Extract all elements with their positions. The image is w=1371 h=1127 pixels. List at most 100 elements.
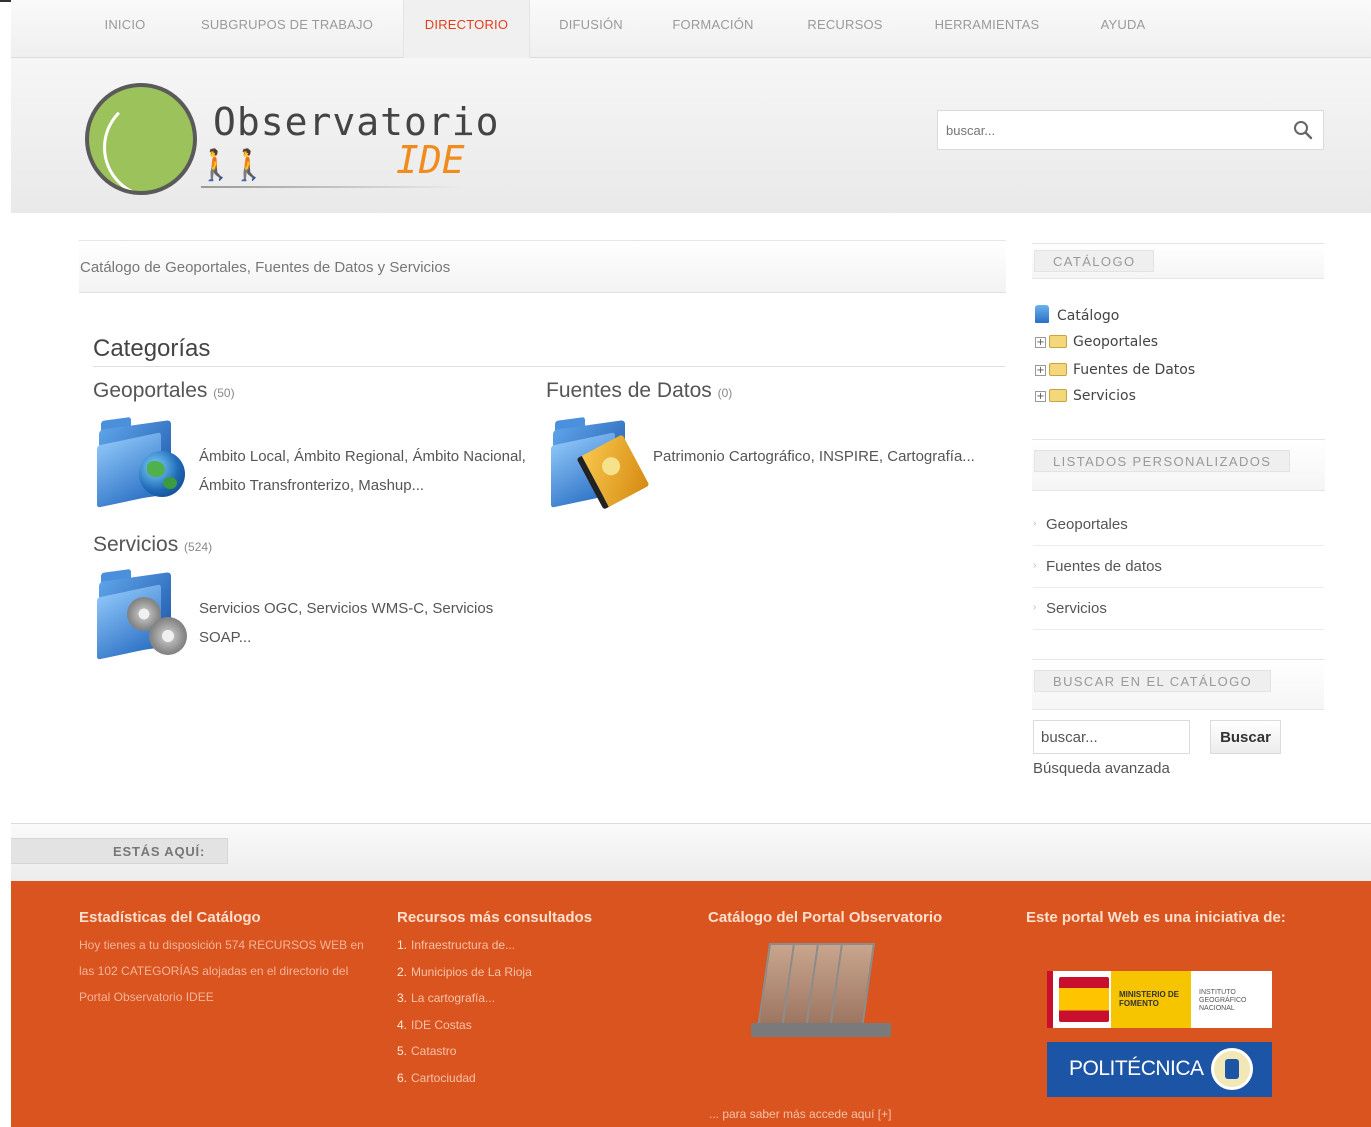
bullet-icon: ›	[1033, 560, 1037, 571]
catalog-search-button[interactable]: Buscar	[1210, 720, 1281, 754]
tree-item-servicios[interactable]: + Servicios	[1035, 386, 1136, 406]
top-resource-item[interactable]: 6. Cartociudad	[397, 1065, 657, 1092]
top-resource-item[interactable]: 2. Municipios de La Rioja	[397, 959, 657, 986]
item-number: 5.	[397, 1044, 408, 1058]
sidebar-search-header: BUSCAR EN EL CATÁLOGO	[1032, 659, 1324, 710]
nav-item-inicio[interactable]: INICIO	[93, 0, 157, 58]
folder-icon	[1049, 363, 1067, 376]
you-are-here-label: ESTÁS AQUÍ:	[11, 838, 228, 864]
expand-icon[interactable]: +	[1035, 337, 1046, 348]
sidebar-catalog-header: CATÁLOGO	[1032, 243, 1324, 279]
tree-root[interactable]: Catálogo	[1035, 305, 1119, 324]
tree-item-geoportales[interactable]: + Geoportales	[1035, 332, 1158, 352]
footer-stats: Estadísticas del Catálogo Hoy tienes a t…	[79, 909, 379, 1010]
item-text: Municipios de La Rioja	[411, 964, 532, 979]
top-resource-item[interactable]: 1. Infraestructura de...	[397, 932, 657, 959]
footer-stats-text: Hoy tienes a tu disposición 574 RECURSOS…	[79, 938, 364, 1004]
politecnica-logo[interactable]: POLITÉCNICA	[1047, 1042, 1272, 1097]
breadcrumb: Catálogo de Geoportales, Fuentes de Dato…	[79, 240, 1006, 293]
list-link-label: Fuentes de datos	[1046, 558, 1162, 575]
category-title-geoportales[interactable]: Geoportales (50)	[93, 379, 235, 403]
top-resources-list: 1. Infraestructura de... 2. Municipios de …	[397, 932, 657, 1091]
category-count: (524)	[184, 540, 213, 554]
logo-circle-icon	[85, 83, 197, 195]
list-link-geoportales[interactable]: › Geoportales	[1033, 504, 1324, 546]
list-link-servicios[interactable]: › Servicios	[1033, 588, 1324, 630]
category-title-fuentes[interactable]: Fuentes de Datos (0)	[546, 379, 732, 403]
catalog-search-input[interactable]	[1034, 721, 1189, 753]
folder-book-icon[interactable]	[551, 415, 650, 510]
category-count: (50)	[213, 386, 235, 400]
item-number: 1.	[397, 938, 408, 952]
item-text: Cartociudad	[411, 1070, 476, 1085]
nav-item-formacion[interactable]: FORMACIÓN	[663, 0, 763, 58]
footer-stats-title: Estadísticas del Catálogo	[79, 909, 261, 926]
tree-item-fuentes[interactable]: + Fuentes de Datos	[1035, 360, 1195, 380]
footer-catalog: Catálogo del Portal Observatorio	[708, 909, 988, 926]
item-text: IDE Costas	[411, 1017, 472, 1032]
categories-heading: Categorías	[93, 335, 1005, 367]
footer-top-resources: Recursos más consultados 1. Infraestructu…	[397, 909, 657, 1091]
list-link-label: Geoportales	[1046, 516, 1128, 533]
item-number: 3.	[397, 991, 408, 1005]
catalog-search-field	[1033, 720, 1190, 754]
nav-item-herramientas[interactable]: HERRAMIENTAS	[927, 0, 1047, 58]
search-icon[interactable]	[1293, 120, 1313, 140]
item-text: La cartografía...	[411, 991, 496, 1005]
page-frame: INICIO SUBGRUPOS DE TRABAJO DIRECTORIO D…	[11, 0, 1371, 1127]
expand-icon[interactable]: +	[1035, 391, 1046, 402]
top-resource-item[interactable]: 5. Catastro	[397, 1038, 657, 1065]
top-resource-item[interactable]: 4. IDE Costas	[397, 1012, 657, 1039]
footer-initiative: Este portal Web es una iniciativa de:	[1026, 909, 1356, 926]
folder-icon	[1049, 335, 1067, 348]
category-title-servicios[interactable]: Servicios (524)	[93, 533, 212, 557]
folder-globe-icon[interactable]	[97, 415, 187, 508]
footer-top-resources-title: Recursos más consultados	[397, 909, 593, 926]
bullet-icon: ›	[1033, 602, 1037, 613]
bullet-icon: ›	[1033, 518, 1037, 529]
nav-item-difusion[interactable]: DIFUSIÓN	[551, 0, 631, 58]
logo-upm-text: POLITÉCNICA	[1069, 1057, 1204, 1080]
list-link-fuentes[interactable]: › Fuentes de datos	[1033, 546, 1324, 588]
footer-more-link[interactable]: ... para saber más accede aquí [+]	[709, 1107, 891, 1121]
category-name: Geoportales	[93, 379, 208, 402]
coat-of-arms-icon	[1059, 977, 1109, 1022]
footer-initiative-title: Este portal Web es una iniciativa de:	[1026, 909, 1286, 926]
location-bar: ESTÁS AQUÍ:	[11, 823, 1371, 881]
sidebar-catalog-title: CATÁLOGO	[1034, 250, 1155, 272]
category-description-servicios: Servicios OGC, Servicios WMS-C, Servicio…	[199, 600, 494, 646]
expand-icon[interactable]: +	[1035, 365, 1046, 376]
item-text: Catastro	[411, 1044, 457, 1058]
observatorio-logo[interactable]: 🚶🚶 Observatorio IDE	[81, 78, 499, 203]
item-number: 6.	[397, 1070, 408, 1085]
nav-item-directorio[interactable]: DIRECTORIO	[403, 0, 530, 58]
site-header: 🚶🚶 Observatorio IDE	[11, 58, 1371, 213]
site-footer: Estadísticas del Catálogo Hoy tienes a t…	[11, 881, 1371, 1127]
item-text: Infraestructura de...	[411, 938, 516, 952]
breadcrumb-text: Catálogo de Geoportales, Fuentes de Dato…	[80, 259, 451, 276]
item-number: 4.	[397, 1017, 408, 1032]
category-description-fuentes: Patrimonio Cartográfico, INSPIRE, Cartog…	[653, 448, 975, 465]
main-content: Catálogo de Geoportales, Fuentes de Dato…	[11, 213, 1371, 823]
ministerio-fomento-logo[interactable]: MINISTERIO DE FOMENTO INSTITUTO GEOGRÁFI…	[1047, 971, 1272, 1028]
tree-item-label: Servicios	[1073, 388, 1136, 404]
tree-item-label: Fuentes de Datos	[1073, 362, 1196, 378]
nav-item-subgrupos[interactable]: SUBGRUPOS DE TRABAJO	[191, 0, 383, 58]
top-resource-item[interactable]: 3. La cartografía...	[397, 985, 657, 1012]
file-cabinet-icon[interactable]	[751, 943, 891, 1043]
footer-catalog-title: Catálogo del Portal Observatorio	[708, 909, 943, 926]
corner-mark	[0, 0, 11, 2]
university-seal-icon	[1211, 1048, 1253, 1090]
header-search-input[interactable]	[938, 111, 1278, 149]
logo-ign-text: INSTITUTO GEOGRÁFICO NACIONAL	[1199, 989, 1247, 1012]
nav-item-ayuda[interactable]: AYUDA	[1085, 0, 1161, 58]
sidebar-lists-header: LISTADOS PERSONALIZADOS	[1032, 439, 1325, 491]
list-link-label: Servicios	[1046, 600, 1107, 617]
category-description-geoportales: Ámbito Local, Ámbito Regional, Ámbito Na…	[199, 448, 526, 494]
category-count: (0)	[717, 386, 733, 400]
tree-item-label: Geoportales	[1073, 334, 1159, 350]
folder-gears-icon[interactable]	[97, 567, 187, 660]
sidebar-lists-title: LISTADOS PERSONALIZADOS	[1034, 450, 1291, 472]
nav-item-recursos[interactable]: RECURSOS	[799, 0, 891, 58]
advanced-search-link[interactable]: Búsqueda avanzada	[1033, 760, 1170, 777]
